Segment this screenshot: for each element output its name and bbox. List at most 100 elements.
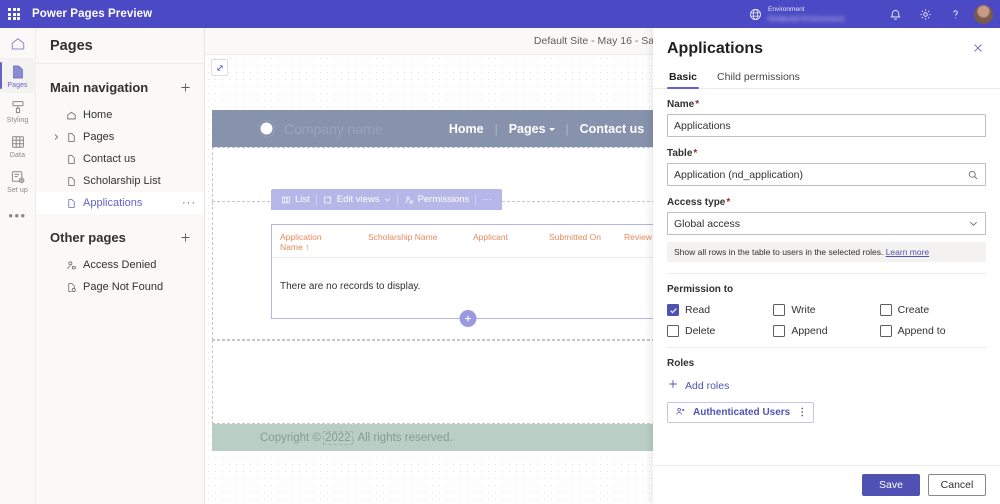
sidebar-item-set-up[interactable]: Set up: [0, 163, 36, 198]
home-icon: [62, 110, 80, 121]
add-other-page-button[interactable]: [176, 228, 194, 246]
sidebar-item-styling[interactable]: Styling: [0, 93, 36, 128]
page-icon: [62, 198, 80, 209]
access-type-select[interactable]: Global access: [667, 212, 986, 235]
role-chip-authenticated-users[interactable]: Authenticated Users ⋮: [667, 402, 814, 423]
checkbox-delete[interactable]: Delete: [667, 325, 773, 337]
sidebar-item-pages-label: Pages: [7, 82, 27, 89]
column-header-application-name[interactable]: ApplicationApplication NameName ↑: [280, 232, 368, 252]
save-button[interactable]: Save: [862, 474, 920, 496]
tab-basic[interactable]: Basic: [667, 67, 699, 88]
table-icon: [10, 134, 26, 150]
paint-roller-icon: [10, 99, 26, 115]
checkbox-read-box[interactable]: [667, 304, 679, 316]
environment-selector[interactable]: Environment Redacted Environment: [768, 0, 856, 28]
chevron-down-icon: [384, 196, 391, 203]
checkbox-write-box[interactable]: [773, 304, 785, 316]
learn-more-link[interactable]: Learn more: [886, 247, 929, 257]
access-type-field-label: Access type*: [667, 197, 986, 208]
gear-icon[interactable]: [910, 0, 940, 28]
other-pages-heading: Other pages: [50, 230, 176, 245]
rail-more-icon[interactable]: •••: [8, 208, 26, 223]
table-input[interactable]: Application (nd_application): [667, 163, 986, 186]
bell-icon[interactable]: [880, 0, 910, 28]
name-input[interactable]: Applications: [667, 114, 986, 137]
required-marker: *: [693, 148, 697, 159]
list-toolbar: List Edit views Permissions ···: [271, 189, 502, 210]
sidebar-item-applications[interactable]: Applications ···: [36, 192, 204, 214]
table-input-value: Application (nd_application): [674, 169, 967, 181]
sidebar-item-contact-us[interactable]: Contact us: [36, 148, 204, 170]
panel-header: Applications: [653, 28, 1000, 58]
question-icon[interactable]: [940, 0, 970, 28]
column-header-scholarship-name[interactable]: Scholarship Name: [368, 232, 473, 252]
checkbox-create-box[interactable]: [880, 304, 892, 316]
add-section-button[interactable]: [460, 310, 477, 327]
panel-title: Applications: [667, 40, 970, 58]
empty-state-message: There are no records to display.: [272, 258, 664, 318]
sidebar-item-pages[interactable]: Pages: [0, 58, 36, 93]
sidebar-item-set-up-label: Set up: [7, 187, 28, 194]
table-header-row: ApplicationApplication NameName ↑ Schola…: [272, 225, 664, 258]
sidebar-item-home[interactable]: [0, 30, 36, 58]
waffle-grid-icon[interactable]: [0, 0, 28, 28]
checkbox-append-to-box[interactable]: [880, 325, 892, 337]
edit-views-button[interactable]: Edit views: [317, 189, 397, 210]
name-field-group: Name* Applications: [667, 99, 986, 137]
list-table: ApplicationApplication NameName ↑ Schola…: [271, 224, 665, 319]
tab-child-permissions[interactable]: Child permissions: [715, 67, 802, 88]
sidebar-item-home-page-label: Home: [83, 109, 112, 121]
sidebar-item-pages-page[interactable]: Pages: [36, 126, 204, 148]
pages-panel: Pages Main navigation Home Pages Contact…: [36, 28, 205, 504]
checkbox-append-box[interactable]: [773, 325, 785, 337]
site-nav-home[interactable]: Home: [438, 122, 495, 136]
role-chip-more-icon[interactable]: ⋮: [797, 409, 807, 417]
chevron-right-icon[interactable]: [50, 133, 62, 141]
checkbox-append-to[interactable]: Append to: [880, 325, 986, 337]
column-header-applicant[interactable]: Applicant: [473, 232, 549, 252]
cancel-button[interactable]: Cancel: [928, 474, 986, 496]
sidebar-item-page-not-found[interactable]: Page Not Found: [36, 276, 204, 298]
close-icon[interactable]: [970, 40, 986, 56]
permissions-icon: [404, 195, 414, 205]
add-roles-label: Add roles: [685, 380, 729, 392]
search-icon[interactable]: [967, 169, 979, 181]
app-title: Power Pages Preview: [32, 8, 152, 20]
checkbox-append[interactable]: Append: [773, 325, 879, 337]
sidebar-item-data-label: Data: [10, 152, 25, 159]
checkbox-create[interactable]: Create: [880, 304, 986, 316]
sidebar-item-page-not-found-label: Page Not Found: [83, 281, 163, 293]
company-logo-icon: [258, 120, 275, 137]
site-nav-contact-us[interactable]: Contact us: [569, 122, 656, 136]
copyright-year[interactable]: 2022: [324, 432, 352, 444]
checkbox-read-label: Read: [685, 304, 710, 316]
checkbox-write[interactable]: Write: [773, 304, 879, 316]
add-main-navigation-page-button[interactable]: [176, 78, 194, 96]
column-header-submitted-on[interactable]: Submitted On: [549, 232, 624, 252]
site-navigation: Home | Pages | Contact us | S: [438, 122, 689, 136]
add-roles-button[interactable]: Add roles: [667, 378, 986, 393]
avatar[interactable]: [974, 5, 993, 24]
sidebar-item-access-denied[interactable]: Access Denied: [36, 254, 204, 276]
permissions-button[interactable]: Permissions: [398, 189, 476, 210]
sidebar-item-home-page[interactable]: Home: [36, 104, 204, 126]
sidebar-item-data[interactable]: Data: [0, 128, 36, 163]
list-button[interactable]: List: [275, 189, 316, 210]
sidebar-item-applications-more-icon[interactable]: ···: [182, 197, 196, 209]
permission-checkbox-grid: Read Write Create Delete Append Append t…: [667, 304, 986, 337]
chevron-down-icon[interactable]: [968, 218, 979, 229]
checkbox-append-label: Append: [791, 325, 827, 337]
sidebar-item-scholarship-list[interactable]: Scholarship List: [36, 170, 204, 192]
site-nav-pages[interactable]: Pages: [498, 122, 566, 136]
list-more-button[interactable]: ···: [476, 189, 498, 210]
checkbox-append-to-label: Append to: [898, 325, 946, 337]
panel-body: Name* Applications Table* Application (n…: [653, 89, 1000, 465]
checkbox-delete-box[interactable]: [667, 325, 679, 337]
access-type-value: Global access: [674, 218, 968, 230]
resize-handle-icon[interactable]: [211, 59, 228, 76]
required-marker: *: [726, 197, 730, 208]
company-name: Company name: [284, 121, 383, 137]
checkbox-read[interactable]: Read: [667, 304, 773, 316]
sidebar-item-access-denied-label: Access Denied: [83, 259, 156, 271]
app-top-bar: Power Pages Preview Environment Redacted…: [0, 0, 1000, 28]
